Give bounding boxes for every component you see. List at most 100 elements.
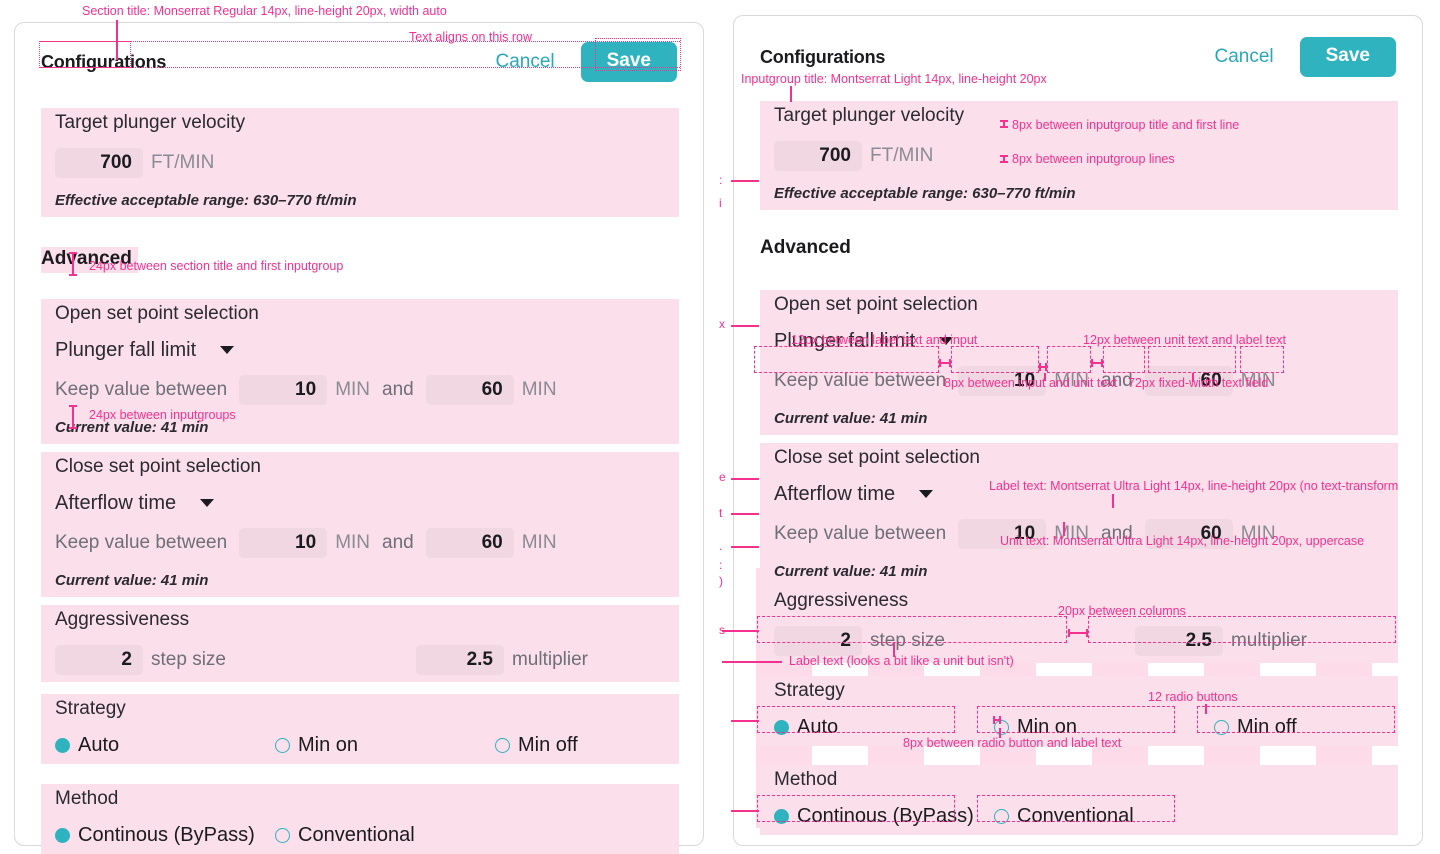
annotation-measure-12px-a bbox=[939, 359, 951, 366]
radio-label: Conventional bbox=[1017, 805, 1134, 827]
inputgroup-close-set-point: Close set point selection Afterflow time… bbox=[41, 452, 679, 597]
close-max-input[interactable]: 60 bbox=[425, 528, 514, 558]
annotation-measure-20px-columns bbox=[1068, 629, 1088, 636]
target-velocity-helper: Effective acceptable range: 630–770 ft/m… bbox=[760, 178, 1398, 210]
radio-label: Min on bbox=[298, 734, 359, 756]
annotation-leader-line bbox=[116, 20, 118, 60]
radio-method-continuous[interactable]: Continous (ByPass) bbox=[774, 805, 994, 827]
open-conjunction: and bbox=[382, 379, 414, 400]
annotation-section-title-spec: Section title: Monserrat Regular 14px, l… bbox=[82, 4, 447, 18]
radio-dot-icon bbox=[774, 808, 789, 824]
radio-label: Continous (ByPass) bbox=[78, 824, 255, 846]
inputgroup-target-plunger-velocity: Target plunger velocity 700 FT/MIN Effec… bbox=[41, 108, 679, 217]
radio-dot-icon bbox=[275, 737, 290, 753]
inputgroup-title: Strategy bbox=[760, 676, 1398, 708]
annotation-gap-radio-label: 8px between radio button and label text bbox=[903, 736, 1122, 750]
annotation-clipped-fragment: e bbox=[719, 470, 726, 484]
annotation-gap-label-input: 12px between label text and input bbox=[791, 333, 978, 347]
close-min-input[interactable]: 10 bbox=[239, 528, 328, 558]
strategy-radio-row: Auto Min on Min off bbox=[41, 726, 679, 764]
close-dropdown-label: Afterflow time bbox=[55, 492, 177, 514]
annotation-gap-inputgroup-lines: 8px between inputgroup lines bbox=[1012, 152, 1175, 166]
target-velocity-input[interactable]: 700 bbox=[55, 148, 143, 178]
radio-dot-icon bbox=[495, 737, 510, 753]
inputgroup-title: Open set point selection bbox=[41, 299, 679, 331]
annotation-leader-line bbox=[722, 661, 782, 663]
annotation-leader-line bbox=[1112, 494, 1114, 508]
page-title: Configurations bbox=[760, 47, 886, 67]
open-dropdown[interactable]: Plunger fall limit bbox=[41, 331, 679, 367]
save-button[interactable]: Save bbox=[580, 42, 677, 82]
close-max-unit: MIN bbox=[521, 532, 557, 553]
radio-label: Min off bbox=[518, 734, 578, 756]
radio-method-continuous[interactable]: Continous (ByPass) bbox=[55, 824, 275, 846]
multiplier-label: multiplier bbox=[1230, 630, 1308, 651]
radio-strategy-min-on[interactable]: Min on bbox=[275, 734, 495, 756]
annotation-clipped-fragment: : bbox=[719, 558, 723, 572]
inputgroup-title: Open set point selection bbox=[760, 290, 1398, 322]
radio-strategy-auto[interactable]: Auto bbox=[55, 734, 275, 756]
close-dropdown[interactable]: Afterflow time bbox=[41, 484, 679, 520]
radio-strategy-min-off[interactable]: Min off bbox=[1214, 716, 1297, 738]
multiplier-input[interactable]: 2.5 bbox=[1134, 626, 1223, 656]
close-between-label: Keep value between bbox=[55, 532, 228, 553]
close-min-unit: MIN bbox=[335, 532, 371, 553]
radio-dot-icon bbox=[55, 827, 70, 843]
annotation-fixed-width-field: 72px fixed-width text field bbox=[1128, 376, 1269, 390]
annotation-clipped-fragment: x bbox=[719, 317, 725, 331]
open-min-input[interactable]: 10 bbox=[239, 375, 328, 405]
radio-label: Conventional bbox=[298, 824, 415, 846]
step-size-label: step size bbox=[151, 649, 226, 670]
inputgroup-strategy: Strategy Auto Min on Min off bbox=[41, 694, 679, 764]
target-velocity-input[interactable]: 700 bbox=[774, 141, 862, 171]
open-between-label: Keep value between bbox=[55, 379, 228, 400]
annotation-measure-12px-b bbox=[1091, 359, 1103, 366]
radio-dot-icon bbox=[774, 719, 789, 735]
radio-label: Continous (ByPass) bbox=[797, 805, 974, 827]
inputgroup-title: Aggressiveness bbox=[41, 605, 679, 637]
aggressiveness-row: 2 step size 2.5 multiplier bbox=[41, 637, 679, 682]
annotation-measure-8px-lines bbox=[1000, 155, 1007, 163]
annotation-clipped-fragment: s bbox=[719, 623, 725, 637]
open-dropdown-label: Plunger fall limit bbox=[55, 339, 197, 361]
radio-method-conventional[interactable]: Conventional bbox=[275, 824, 415, 846]
annotation-leader-line bbox=[731, 810, 759, 812]
annotation-measure-24px-groups bbox=[69, 405, 76, 429]
annotation-measure-24px-title bbox=[69, 252, 76, 276]
multiplier-input[interactable]: 2.5 bbox=[415, 645, 504, 675]
cancel-button[interactable]: Cancel bbox=[495, 50, 554, 74]
radio-strategy-min-on[interactable]: Min on bbox=[994, 716, 1214, 738]
radio-strategy-min-off[interactable]: Min off bbox=[495, 734, 578, 756]
radio-strategy-auto[interactable]: Auto bbox=[774, 716, 994, 738]
annotation-measure-8px-title-line bbox=[1000, 120, 1007, 128]
open-max-input[interactable]: 60 bbox=[425, 375, 514, 405]
annotation-clipped-fragment: i bbox=[719, 196, 722, 210]
radio-method-conventional[interactable]: Conventional bbox=[994, 805, 1134, 827]
radio-label: Min off bbox=[1237, 716, 1297, 738]
inputgroup-title: Strategy bbox=[41, 694, 679, 726]
cancel-button[interactable]: Cancel bbox=[1214, 45, 1273, 69]
card-header: Configurations Cancel Save bbox=[41, 42, 677, 82]
close-helper: Current value: 41 min bbox=[760, 556, 1398, 588]
open-helper: Current value: 41 min bbox=[760, 403, 1398, 435]
multiplier-label: multiplier bbox=[511, 649, 589, 670]
close-range-row: Keep value between 10 MIN and 60 MIN bbox=[41, 520, 679, 565]
annotation-gap-title-first-line: 8px between inputgroup title and first l… bbox=[1012, 118, 1240, 132]
step-size-input[interactable]: 2 bbox=[774, 626, 862, 656]
method-radio-row: Continous (ByPass) Conventional bbox=[41, 816, 679, 854]
open-min-unit: MIN bbox=[335, 379, 371, 400]
chevron-down-icon bbox=[200, 499, 215, 507]
annotation-inputgroup-title-spec: Inputgroup title: Montserrat Light 14px,… bbox=[741, 72, 1047, 86]
close-dropdown-label: Afterflow time bbox=[774, 483, 896, 505]
save-button[interactable]: Save bbox=[1299, 37, 1396, 77]
inputgroup-method: Method Continous (ByPass) Conventional bbox=[760, 765, 1398, 835]
annotation-leader-line bbox=[1205, 704, 1207, 714]
card-header: Configurations Cancel Save bbox=[760, 37, 1396, 77]
step-size-input[interactable]: 2 bbox=[55, 645, 143, 675]
radio-dot-icon bbox=[994, 808, 1009, 824]
radio-dot-icon bbox=[275, 827, 290, 843]
inputgroup-aggressiveness: Aggressiveness 2 step size 2.5 multiplie… bbox=[760, 586, 1398, 663]
annotation-gap-unit-label: 12px between unit text and label text bbox=[1083, 333, 1286, 347]
annotation-gap-section-to-group: 24px between section title and first inp… bbox=[89, 259, 344, 273]
inputgroup-title: Target plunger velocity bbox=[41, 108, 679, 140]
